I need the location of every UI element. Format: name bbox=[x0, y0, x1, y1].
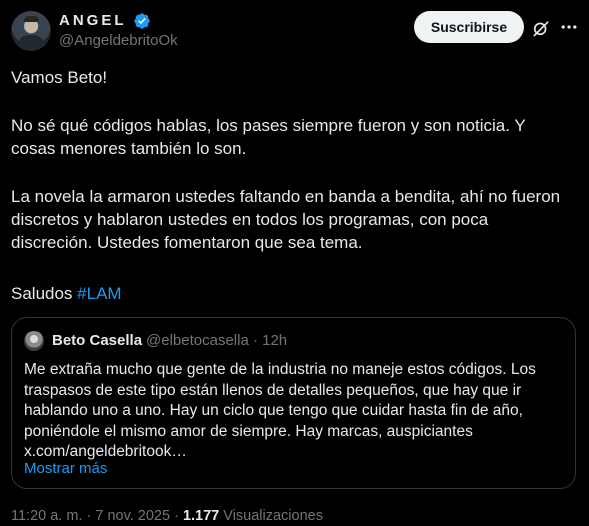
quoted-tweet[interactable]: Beto Casella @elbetocasella · 12h Me ext… bbox=[11, 317, 576, 489]
tweet-header: ANGEL @AngeldebritoOk Suscribirse bbox=[11, 10, 579, 52]
views-count: 1.177 bbox=[182, 508, 220, 524]
quoted-text-line: hablando uno a uno. Hay un ciclo que ten… bbox=[24, 402, 523, 419]
quoted-author-avatar[interactable] bbox=[24, 331, 44, 351]
subscribe-button[interactable]: Suscribirse bbox=[414, 11, 524, 43]
views-label: Visualizaciones bbox=[219, 508, 323, 524]
quoted-text-line: Me extraña mucho que gente de la industr… bbox=[24, 361, 536, 378]
tweet-greeting: Saludos bbox=[11, 284, 78, 303]
tweet-paragraph-1: Vamos Beto! bbox=[11, 68, 108, 87]
quoted-author-handle-time[interactable]: @elbetocasella · 12h bbox=[146, 332, 287, 349]
author-handle[interactable]: @AngeldebritoOk bbox=[59, 32, 178, 50]
avatar-suit-shape bbox=[17, 35, 45, 51]
tweet-paragraph-4: Saludos #LAM bbox=[11, 282, 122, 305]
hashtag-link[interactable]: #LAM bbox=[77, 284, 121, 303]
more-options-icon[interactable] bbox=[559, 17, 579, 37]
tweet-timestamp[interactable]: 11:20 a. m. · 7 nov. 2025 · bbox=[11, 508, 183, 524]
author-avatar[interactable] bbox=[11, 11, 51, 51]
tweet-paragraph-2: No sé qué códigos hablas, los pases siem… bbox=[11, 116, 526, 158]
quoted-tweet-text: Me extraña mucho que gente de la industr… bbox=[24, 360, 564, 463]
quoted-text-line: poniéndole el mismo amor de siempre. Hay… bbox=[24, 422, 473, 440]
quoted-author-name[interactable]: Beto Casella bbox=[52, 332, 142, 349]
quoted-text-line: traspasos de este tipo están llenos de d… bbox=[24, 381, 522, 399]
avatar-hair-shape bbox=[24, 16, 39, 22]
tweet-footer: 11:20 a. m. · 7 nov. 2025 · 1.177 Visual… bbox=[11, 508, 323, 524]
tweet-paragraph-3: La novela la armaron ustedes faltando en… bbox=[11, 187, 561, 252]
grok-icon[interactable] bbox=[531, 18, 551, 38]
verified-badge-icon[interactable] bbox=[133, 12, 151, 30]
author-display-name[interactable]: ANGEL bbox=[59, 12, 127, 30]
show-more-link[interactable]: Mostrar más bbox=[24, 460, 107, 477]
